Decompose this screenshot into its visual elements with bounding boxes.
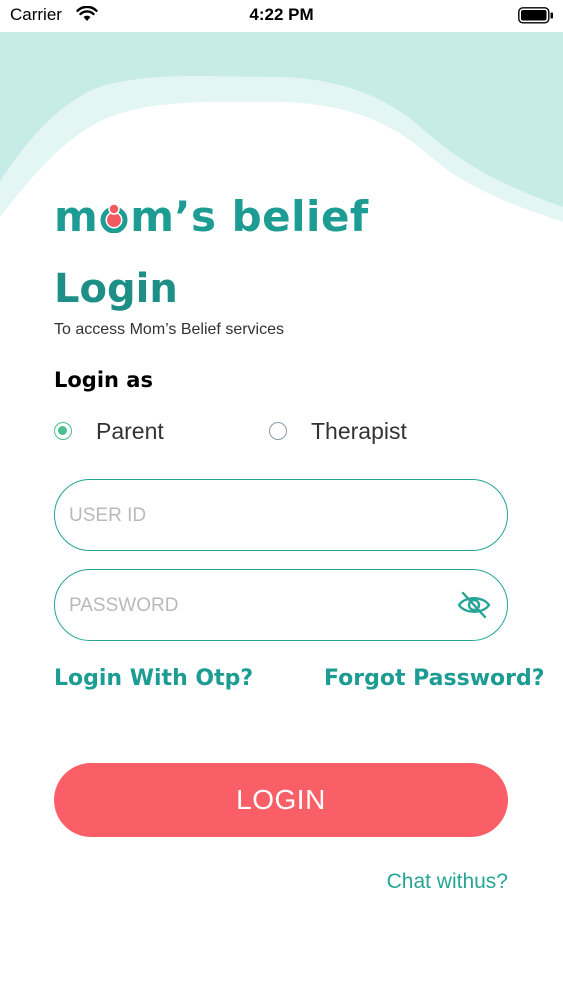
login-button[interactable]: LOGIN (54, 763, 508, 837)
status-bar: Carrier 4:22 PM (0, 0, 563, 32)
radio-parent-label: Parent (96, 417, 164, 444)
radio-therapist[interactable]: Therapist (269, 416, 407, 446)
password-input[interactable] (67, 588, 441, 624)
logo-suffix: m’s belief (130, 192, 369, 241)
status-time: 4:22 PM (249, 5, 314, 24)
logo-mother-child-icon (99, 203, 129, 234)
radio-parent-indicator[interactable] (54, 422, 72, 440)
forgot-password-link[interactable]: Forgot Password? (324, 666, 545, 691)
page-title: Login (54, 266, 178, 312)
radio-parent[interactable]: Parent (54, 416, 164, 446)
login-as-label: Login as (54, 368, 153, 392)
user-id-input[interactable] (67, 498, 441, 534)
login-with-otp-link[interactable]: Login With Otp? (54, 666, 253, 691)
battery-icon (518, 7, 553, 24)
eye-slash-icon[interactable] (457, 590, 491, 620)
chat-with-us-link[interactable]: Chat withus? (387, 870, 508, 894)
login-screen: m m’s belief Login To access Mom’s Belie… (0, 0, 563, 1000)
page-subtitle: To access Mom’s Belief services (54, 321, 284, 338)
radio-therapist-label: Therapist (311, 417, 407, 444)
user-id-field[interactable] (54, 479, 508, 551)
logo-prefix: m (54, 192, 99, 241)
brand-logo: m m’s belief (54, 192, 369, 242)
radio-therapist-indicator[interactable] (269, 422, 287, 440)
password-field[interactable] (54, 569, 508, 641)
